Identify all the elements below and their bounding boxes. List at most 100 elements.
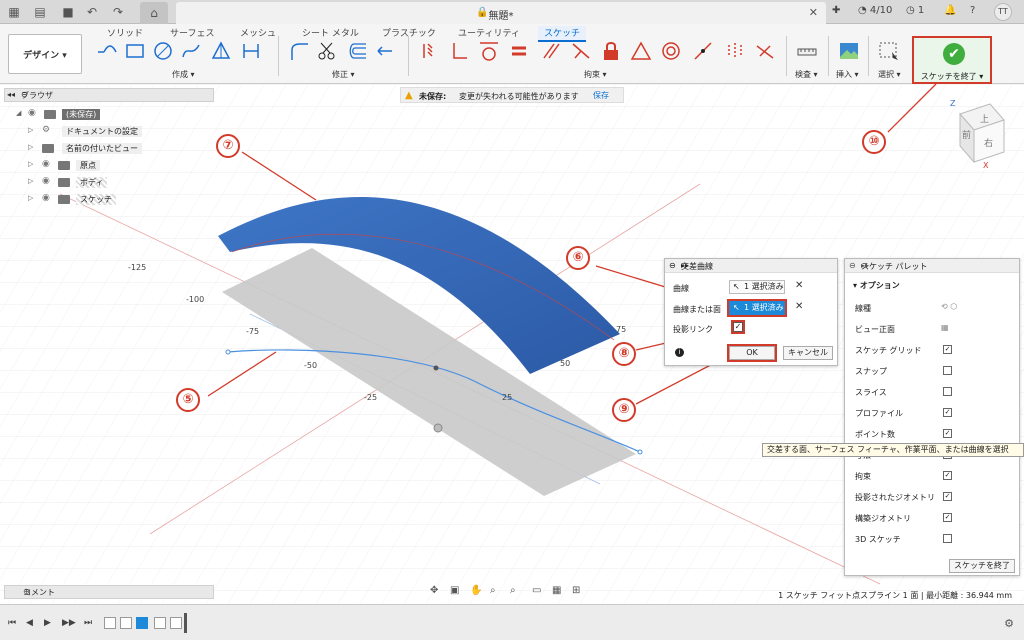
file-menu-icon[interactable]: ▤ bbox=[32, 4, 48, 20]
spline-end-point[interactable] bbox=[637, 449, 643, 455]
modify-group-label[interactable]: 修正 ▾ bbox=[332, 69, 355, 80]
sketch-grid-checkbox[interactable]: ✓ bbox=[943, 345, 952, 354]
look-at-icon[interactable]: ▦ bbox=[941, 323, 949, 332]
display-settings-icon[interactable]: ▭ bbox=[532, 585, 541, 596]
slot-tool-icon[interactable] bbox=[240, 40, 262, 62]
zoom-icon[interactable]: ⌕ bbox=[490, 585, 496, 596]
apps-grid-icon[interactable]: ▦ bbox=[6, 4, 22, 20]
tab-utilities[interactable]: ユーティリティ bbox=[458, 26, 520, 39]
clock-status[interactable]: ◷ 1 bbox=[906, 5, 924, 16]
visibility-eye-icon[interactable]: ◉ bbox=[42, 193, 50, 203]
document-tab[interactable]: 🔒 無題* ✕ bbox=[176, 2, 826, 24]
expand-arrow-icon[interactable]: ▷ bbox=[28, 177, 33, 185]
home-tab[interactable]: ⌂ bbox=[140, 2, 168, 24]
constraints-checkbox[interactable]: ✓ bbox=[943, 471, 952, 480]
projection-link-checkbox[interactable]: ✓ bbox=[731, 320, 745, 334]
palette-expand-icon[interactable]: ▸▸ bbox=[861, 261, 1015, 270]
fix-lock-icon[interactable] bbox=[600, 40, 622, 62]
dialog-expand-icon[interactable]: ▸▸ bbox=[681, 261, 833, 270]
grid-settings-icon[interactable]: ▦ bbox=[552, 585, 561, 596]
save-link[interactable]: 保存 bbox=[593, 90, 609, 101]
tab-sheet-metal[interactable]: シート メタル bbox=[302, 26, 359, 39]
comments-panel-header[interactable]: コメント ⊕ bbox=[4, 585, 214, 599]
linetype-icon[interactable]: ⟲ ⬡ bbox=[941, 302, 957, 311]
points-checkbox[interactable]: ✓ bbox=[943, 429, 952, 438]
go-to-start-icon[interactable]: ⏮ bbox=[8, 618, 16, 628]
symmetry-icon[interactable] bbox=[724, 40, 746, 62]
ok-button[interactable]: OK bbox=[727, 344, 777, 362]
create-group-label[interactable]: 作成 ▾ bbox=[172, 69, 195, 80]
gear-icon[interactable]: ⚙ bbox=[1004, 617, 1014, 630]
profile-checkbox[interactable]: ✓ bbox=[943, 408, 952, 417]
insert-image-icon[interactable] bbox=[838, 40, 860, 62]
notification-bell-icon[interactable]: 🔔 bbox=[944, 5, 956, 16]
clear-face-selection-icon[interactable]: ✕ bbox=[795, 301, 803, 312]
parallel-icon[interactable] bbox=[540, 40, 562, 62]
timeline-item[interactable] bbox=[136, 617, 148, 629]
expand-arrow-icon[interactable]: ▷ bbox=[28, 160, 33, 168]
snap-checkbox[interactable] bbox=[943, 366, 952, 375]
user-avatar[interactable]: TT bbox=[994, 3, 1012, 21]
finish-sketch-button[interactable]: ✔ スケッチを終了 ▾ bbox=[912, 36, 992, 84]
step-forward-icon[interactable]: ▶▶ bbox=[62, 618, 76, 628]
3d-sketch-checkbox[interactable] bbox=[943, 534, 952, 543]
palette-finish-sketch-button[interactable]: スケッチを終了 bbox=[949, 559, 1015, 573]
constraints-group-label[interactable]: 拘束 ▾ bbox=[584, 69, 607, 80]
palette-header[interactable]: ⊖ スケッチ パレット ▸▸ bbox=[845, 259, 1019, 273]
expand-arrow-icon[interactable]: ◢ bbox=[16, 109, 21, 117]
fillet-tool-icon[interactable] bbox=[288, 40, 310, 62]
timeline-marker[interactable] bbox=[184, 613, 187, 633]
spline-start-point[interactable] bbox=[225, 349, 231, 355]
mirror-tool-icon[interactable] bbox=[374, 40, 396, 62]
slice-checkbox[interactable] bbox=[943, 387, 952, 396]
tab-mesh[interactable]: メッシュ bbox=[240, 26, 276, 39]
curvature-icon[interactable] bbox=[754, 40, 776, 62]
cancel-button[interactable]: キャンセル bbox=[783, 346, 833, 360]
trim-scissors-icon[interactable] bbox=[316, 40, 338, 62]
viewports-icon[interactable]: ⊞ bbox=[572, 585, 580, 596]
add-comment-icon[interactable]: ⊕ bbox=[23, 587, 209, 596]
midpoint-triangle-icon[interactable] bbox=[630, 40, 652, 62]
palette-minus-icon[interactable]: ⊖ bbox=[849, 261, 856, 270]
orbit-icon[interactable]: ✥ bbox=[430, 585, 438, 596]
collinear-icon[interactable] bbox=[692, 40, 714, 62]
collapse-panel-icon[interactable]: ◂◂ bbox=[7, 90, 15, 99]
expand-arrow-icon[interactable]: ▷ bbox=[28, 143, 33, 151]
inspect-group-label[interactable]: 検査 ▾ bbox=[795, 69, 818, 80]
horizontal-vertical-icon[interactable] bbox=[448, 40, 470, 62]
design-workspace-button[interactable]: デザイン ▾ bbox=[8, 34, 82, 74]
visibility-eye-icon[interactable]: ◉ bbox=[28, 108, 36, 118]
select-tool-icon[interactable] bbox=[878, 40, 900, 62]
offset-tool-icon[interactable] bbox=[346, 40, 368, 62]
construction-geometry-checkbox[interactable]: ✓ bbox=[943, 513, 952, 522]
job-status[interactable]: ◔ 4/10 bbox=[858, 5, 892, 16]
concentric-icon[interactable] bbox=[660, 40, 682, 62]
rectangle-tool-icon[interactable] bbox=[124, 40, 146, 62]
curve-selection-button[interactable]: ↖ 1 選択済み bbox=[729, 280, 785, 294]
look-at-icon[interactable]: ▣ bbox=[450, 585, 459, 596]
save-icon[interactable]: ■ bbox=[60, 4, 76, 20]
expand-arrow-icon[interactable]: ▷ bbox=[28, 194, 33, 202]
dialog-minus-icon[interactable]: ⊖ bbox=[669, 261, 676, 270]
tab-surface[interactable]: サーフェス bbox=[170, 26, 214, 39]
expand-arrow-icon[interactable]: ▷ bbox=[28, 126, 33, 134]
spline-mid-point[interactable] bbox=[433, 365, 439, 371]
tab-solid[interactable]: ソリッド bbox=[107, 26, 143, 39]
fit-icon[interactable]: ⌕ bbox=[510, 585, 516, 596]
equal-icon[interactable] bbox=[508, 40, 530, 62]
timeline-item[interactable] bbox=[120, 617, 132, 629]
options-section[interactable]: ▾ オプション bbox=[853, 280, 900, 291]
measure-ruler-icon[interactable] bbox=[796, 40, 818, 62]
undo-icon[interactable]: ↶ bbox=[84, 4, 100, 20]
visibility-eye-icon[interactable]: ◉ bbox=[42, 159, 50, 169]
close-tab-icon[interactable]: ✕ bbox=[809, 6, 818, 19]
redo-icon[interactable]: ↷ bbox=[110, 4, 126, 20]
help-icon[interactable]: ? bbox=[970, 5, 975, 16]
timeline-item[interactable] bbox=[154, 617, 166, 629]
pan-hand-icon[interactable]: ✋ bbox=[470, 585, 482, 596]
coincident-icon[interactable] bbox=[418, 40, 440, 62]
line-tool-icon[interactable] bbox=[96, 40, 118, 62]
insert-group-label[interactable]: 挿入 ▾ bbox=[836, 69, 859, 80]
face-selection-button[interactable]: ↖ 1 選択済み bbox=[727, 299, 787, 317]
circle-tool-icon[interactable] bbox=[152, 40, 174, 62]
